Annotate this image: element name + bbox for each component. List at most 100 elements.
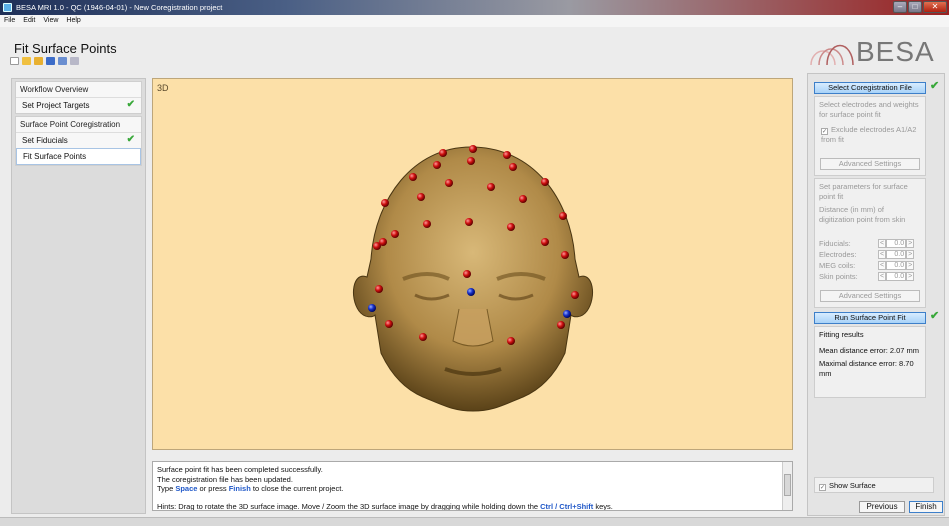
menu-bar: File Edit View Help [0,15,949,27]
export-icon[interactable] [58,57,67,65]
electrode-marker [391,230,399,238]
electrode-marker [559,212,567,220]
decrement-icon: < [878,272,887,281]
electrode-marker [465,218,473,226]
advanced-settings-button-1[interactable]: Advanced Settings [820,158,920,170]
besa-logo: BESA [806,30,946,70]
previous-button[interactable]: Previous [859,501,905,513]
meg-coils-spinbox[interactable]: <0.0 > [878,261,915,270]
electrode-marker [385,320,393,328]
maximize-icon[interactable]: □ [908,1,922,13]
message-log[interactable]: Surface point fit has been completed suc… [152,461,793,511]
electrode-marker [379,238,387,246]
close-icon[interactable]: ✕ [923,1,947,13]
undo-icon[interactable] [70,57,79,65]
menu-help[interactable]: Help [66,15,80,27]
check-icon: ✔ [126,99,135,110]
settings-panel: Select Coregistration File ✔ Select elec… [807,73,945,516]
fitting-results-group: Fitting results Mean distance error: 2.0… [814,326,926,398]
electrode-marker [541,238,549,246]
logo-text: BESA [856,36,935,67]
window-controls: – □ ✕ [893,1,947,13]
param-label-electrodes: Electrodes: [819,250,857,259]
param-label-fiducials: Fiducials: [819,239,851,248]
open-folder-icon[interactable] [22,57,31,65]
head-shape [352,146,594,412]
message-line: Type Space or press Finish to close the … [157,484,344,493]
electrode-marker [409,173,417,181]
check-icon: ✔ [930,310,940,322]
workflow-overview-header[interactable]: Workflow Overview [16,82,141,97]
mean-distance-error: Mean distance error: 2.07 mm [819,345,920,355]
electrode-marker [463,270,471,278]
electrode-marker [487,183,495,191]
save-icon[interactable] [46,57,55,65]
increment-icon: > [906,272,915,281]
electrodes-spinbox[interactable]: <0.0 > [878,250,915,259]
check-icon: ✔ [126,134,135,145]
electrode-marker [541,178,549,186]
electrode-marker [439,149,447,157]
electrode-marker [507,223,515,231]
minimize-icon[interactable]: – [893,1,907,13]
menu-edit[interactable]: Edit [23,15,35,27]
message-scrollbar[interactable] [782,462,792,510]
skin-points-spinbox[interactable]: <0.0 > [878,272,915,281]
electrode-marker [507,337,515,345]
run-surface-point-fit-button[interactable]: Run Surface Point Fit [814,312,926,324]
select-coregistration-file-button[interactable]: Select Coregistration File [814,82,926,94]
new-file-icon[interactable] [10,57,19,65]
advanced-settings-button-2[interactable]: Advanced Settings [820,290,920,302]
param-label-skin-points: Skin points: [819,272,858,281]
electrode-marker [469,145,477,153]
increment-icon: > [906,239,915,248]
electrode-marker [509,163,517,171]
electrode-marker [467,157,475,165]
electrode-marker [557,321,565,329]
message-line: Surface point fit has been completed suc… [157,465,323,474]
workflow-item-set-fiducials[interactable]: Set Fiducials ✔ [16,132,141,148]
electrode-marker [381,199,389,207]
logo-rings-icon [810,44,854,66]
electrode-marker [561,251,569,259]
open-project-icon[interactable] [34,57,43,65]
3d-viewport[interactable]: 3D [152,78,793,450]
decrement-icon: < [878,239,887,248]
finish-button[interactable]: Finish [909,501,943,513]
electrode-marker [417,193,425,201]
fiducial-marker [467,288,475,296]
menu-file[interactable]: File [4,15,15,27]
workflow-item-set-project-targets[interactable]: Set Project Targets ✔ [16,97,141,113]
param-label-meg-coils: MEG coils: [819,261,856,270]
electrode-marker [445,179,453,187]
checkbox-icon: ✓ [819,484,826,491]
surface-coregistration-header[interactable]: Surface Point Coregistration [16,117,141,132]
page-title: Fit Surface Points [14,41,117,56]
checkbox-icon: ✓ [821,128,828,135]
app-icon [3,3,12,12]
message-line: Hints: Drag to rotate the 3D surface ima… [157,501,613,511]
electrode-marker [433,161,441,169]
menu-view[interactable]: View [43,15,58,27]
electrode-marker [419,333,427,341]
increment-icon: > [906,261,915,270]
title-bar: BESA MRI 1.0 - QC (1946-04-01) - New Cor… [0,0,949,15]
fiducials-spinbox[interactable]: <0.0 > [878,239,915,248]
workflow-item-fit-surface-points[interactable]: Fit Surface Points [16,148,141,165]
electrode-marker [519,195,527,203]
electrode-marker [375,285,383,293]
show-surface-checkbox[interactable]: ✓ Show Surface [814,477,934,493]
head-surface-render[interactable] [153,79,794,451]
electrode-marker [503,151,511,159]
fiducial-marker [563,310,571,318]
status-bar [0,517,949,526]
toolbar [10,57,79,65]
decrement-icon: < [878,261,887,270]
decrement-icon: < [878,250,887,259]
distance-description: Distance (in mm) of digitization point f… [819,205,906,224]
select-electrodes-description: Select electrodes and weights for surfac… [819,100,919,119]
message-line: The coregistration file has been updated… [157,474,293,484]
electrode-marker [423,220,431,228]
exclude-electrodes-checkbox[interactable]: ✓ Exclude electrodes A1/A2 from fit [819,125,921,145]
electrode-marker [571,291,579,299]
